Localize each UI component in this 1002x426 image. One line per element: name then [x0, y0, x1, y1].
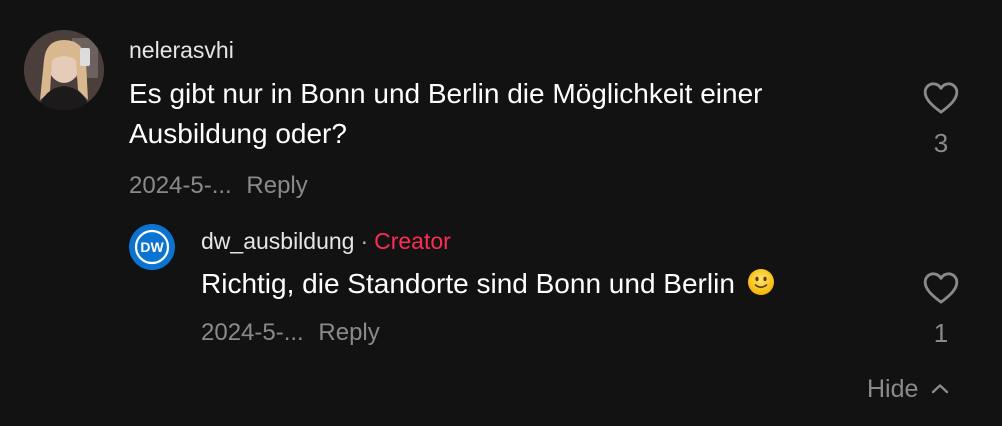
user-photo-avatar-icon: [24, 30, 104, 110]
reply-text: Richtig, die Standorte sind Bonn und Ber…: [201, 264, 775, 304]
heart-icon: [923, 82, 959, 114]
reply-button[interactable]: Reply: [318, 319, 379, 346]
comment-text-line: Ausbildung oder?: [129, 118, 347, 149]
svg-text:DW: DW: [140, 239, 164, 255]
reply-meta: 2024-5-... Reply: [201, 318, 380, 348]
comment-text: Es gibt nur in Bonn und Berlin die Mögli…: [129, 74, 762, 154]
avatar[interactable]: DW: [129, 224, 175, 270]
hide-replies-button[interactable]: Hide: [867, 374, 950, 404]
separator: ·: [360, 228, 369, 254]
avatar[interactable]: [24, 30, 104, 110]
reply-text-content: Richtig, die Standorte sind Bonn und Ber…: [201, 268, 735, 299]
reply-button[interactable]: Reply: [246, 172, 307, 199]
comment-meta: 2024-5-... Reply: [129, 171, 308, 201]
creator-badge: Creator: [374, 228, 451, 254]
comment-date: 2024-5-...: [129, 172, 232, 199]
like-count: 1: [933, 318, 949, 348]
comment-username[interactable]: nelerasvhi: [129, 36, 234, 64]
like-button[interactable]: [921, 78, 961, 118]
like-count: 3: [933, 128, 949, 158]
reply-date: 2024-5-...: [201, 319, 304, 346]
comment-text-line: Es gibt nur in Bonn und Berlin die Mögli…: [129, 78, 763, 109]
chevron-up-icon: [932, 384, 949, 394]
reply-username[interactable]: dw_ausbildung: [201, 228, 354, 254]
slightly-smiling-face-icon: [747, 269, 774, 295]
dw-logo-icon: DW: [134, 229, 170, 265]
like-button[interactable]: [921, 268, 961, 308]
reply-header: dw_ausbildung · Creator: [201, 227, 451, 255]
heart-icon: [923, 272, 959, 304]
hide-label: Hide: [867, 375, 919, 403]
